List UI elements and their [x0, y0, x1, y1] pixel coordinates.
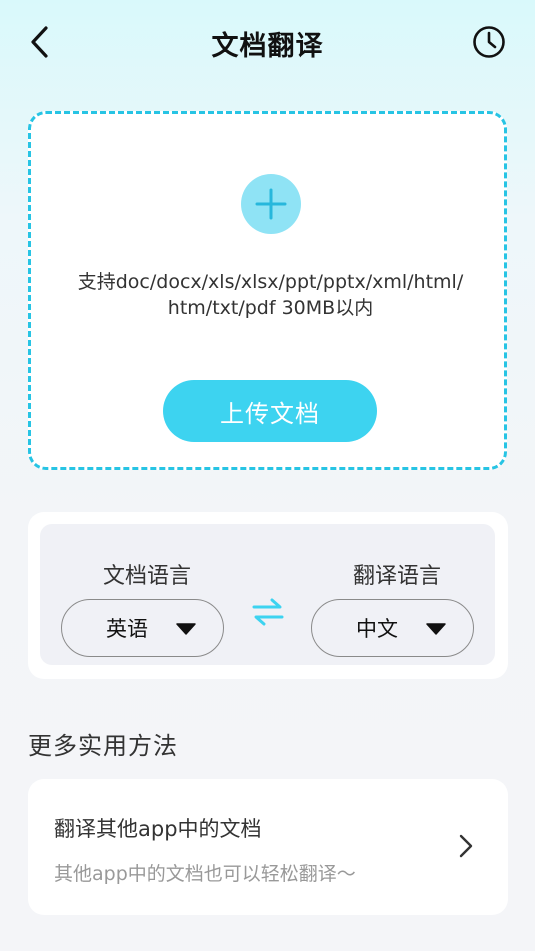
- plus-icon: [255, 188, 287, 220]
- language-panel: 文档语言 翻译语言 英语 中文: [40, 524, 495, 665]
- item-title: 翻译其他app中的文档: [54, 817, 262, 841]
- more-methods-heading: 更多实用方法: [28, 732, 178, 760]
- supported-formats-line2: htm/txt/pdf 30MB以内: [167, 297, 374, 319]
- page-title: 文档翻译: [211, 31, 324, 62]
- supported-formats-line1: 支持doc/docx/xls/xlsx/ppt/pptx/xml/html/: [77, 271, 464, 293]
- source-language-select[interactable]: 英语: [61, 599, 224, 657]
- target-language-value: 中文: [356, 617, 398, 641]
- target-language-select[interactable]: 中文: [311, 599, 474, 657]
- supported-formats-text: 支持doc/docx/xls/xlsx/ppt/pptx/xml/html/ h…: [51, 269, 490, 321]
- language-card: 文档语言 翻译语言 英语 中文: [28, 512, 508, 679]
- upload-document-button[interactable]: 上传文档: [163, 380, 377, 442]
- clock-icon: [473, 26, 505, 58]
- history-button[interactable]: [471, 24, 507, 60]
- translate-other-app-docs-item[interactable]: 翻译其他app中的文档 其他app中的文档也可以轻松翻译～: [28, 779, 508, 915]
- add-file-button[interactable]: [241, 174, 301, 234]
- item-subtitle: 其他app中的文档也可以轻松翻译～: [54, 863, 356, 885]
- upload-dropzone[interactable]: 支持doc/docx/xls/xlsx/ppt/pptx/xml/html/ h…: [28, 111, 507, 470]
- caret-down-icon: [426, 623, 446, 635]
- caret-down-icon: [176, 623, 196, 635]
- source-language-value: 英语: [106, 617, 148, 641]
- target-language-label: 翻译语言: [352, 564, 441, 589]
- header: 文档翻译: [0, 0, 535, 86]
- source-language-label: 文档语言: [102, 564, 191, 589]
- swap-arrows-icon[interactable]: [252, 597, 284, 627]
- chevron-right-icon: [459, 834, 473, 858]
